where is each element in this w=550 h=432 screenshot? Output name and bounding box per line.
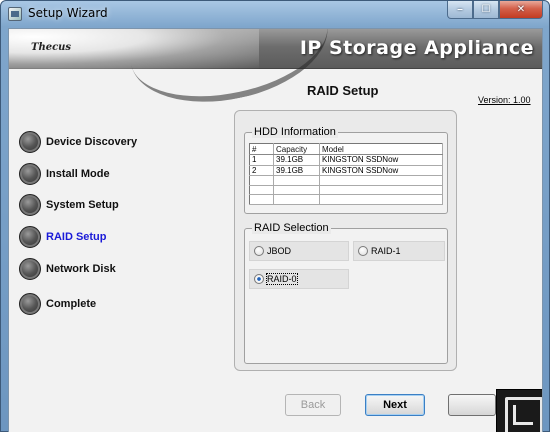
cell-number: 1 <box>249 154 274 166</box>
header-banner: Thecus IP Storage Appliance <box>9 29 542 119</box>
cell-capacity: 39.1GB <box>273 165 320 177</box>
step-label: RAID Setup <box>46 231 107 243</box>
minimize-button[interactable]: – <box>447 1 473 19</box>
step-label: Device Discovery <box>46 136 138 148</box>
raid-option-label: RAID-1 <box>371 246 401 256</box>
step-bullet-icon <box>19 194 41 216</box>
maximize-button[interactable]: ☐ <box>473 1 499 19</box>
column-header-capacity: Capacity <box>273 143 320 155</box>
step-system-setup: System Setup <box>19 193 119 217</box>
step-bullet-icon <box>19 131 41 153</box>
cell-model: KINGSTON SSDNow <box>319 165 443 177</box>
hdd-information-label: HDD Information <box>252 126 338 138</box>
window-title: Setup Wizard <box>28 6 108 20</box>
close-button[interactable]: ✕ <box>499 1 543 19</box>
watermark-logo <box>496 389 542 432</box>
empty-cell <box>249 194 274 205</box>
empty-cell <box>319 175 443 186</box>
raid-selection-group: RAID Selection JBOD RAID-1 RAID-0 <box>244 222 448 364</box>
column-header-model: Model <box>319 143 443 155</box>
step-raid-setup: RAID Setup <box>19 225 107 249</box>
version-label: Version: 1.00 <box>478 95 531 105</box>
step-label: Install Mode <box>46 168 110 180</box>
empty-cell <box>249 185 274 196</box>
app-icon <box>8 7 22 21</box>
step-bullet-icon <box>19 163 41 185</box>
raid-selection-label: RAID Selection <box>252 222 331 234</box>
empty-cell <box>273 175 320 186</box>
hdd-table[interactable]: # Capacity Model 1 39.1GB KINGSTON SSDNo… <box>249 143 443 205</box>
raid-option-jbod[interactable]: JBOD <box>249 241 349 261</box>
step-label: System Setup <box>46 199 119 211</box>
cell-model: KINGSTON SSDNow <box>319 154 443 166</box>
empty-cell <box>273 185 320 196</box>
table-row[interactable]: 2 39.1GB KINGSTON SSDNow <box>249 165 443 177</box>
radio-jbod[interactable] <box>254 246 264 256</box>
table-header-row: # Capacity Model <box>249 143 443 155</box>
next-button[interactable]: Next <box>365 394 425 416</box>
column-header-number: # <box>249 143 274 155</box>
wizard-steps-sidebar: Device Discovery Install Mode System Set… <box>9 70 137 432</box>
banner-title: IP Storage Appliance <box>299 37 534 59</box>
table-row[interactable]: 1 39.1GB KINGSTON SSDNow <box>249 154 443 166</box>
table-row-empty <box>249 194 443 205</box>
step-label: Network Disk <box>46 263 116 275</box>
cell-capacity: 39.1GB <box>273 154 320 166</box>
radio-raid1[interactable] <box>358 246 368 256</box>
step-install-mode: Install Mode <box>19 162 110 186</box>
table-row-empty <box>249 185 443 196</box>
step-bullet-icon <box>19 258 41 280</box>
radio-raid0[interactable] <box>254 274 264 284</box>
hdd-information-group: HDD Information # Capacity Model 1 39.1G… <box>244 126 448 214</box>
page-title: RAID Setup <box>307 83 379 98</box>
thecus-logo: Thecus <box>31 42 72 53</box>
step-bullet-icon <box>19 226 41 248</box>
empty-cell <box>319 194 443 205</box>
table-row-empty <box>249 175 443 186</box>
back-button[interactable]: Back <box>285 394 341 416</box>
raid-setup-panel: HDD Information # Capacity Model 1 39.1G… <box>234 110 457 371</box>
setup-wizard-window: Setup Wizard – ☐ ✕ Thecus IP Storage App… <box>0 0 550 432</box>
window-controls: – ☐ ✕ <box>447 1 543 20</box>
raid-option-label: RAID-0 <box>266 273 298 285</box>
cancel-button-partial[interactable] <box>448 394 496 416</box>
empty-cell <box>319 185 443 196</box>
raid-option-raid0[interactable]: RAID-0 <box>249 269 349 289</box>
empty-cell <box>249 175 274 186</box>
step-bullet-icon <box>19 293 41 315</box>
raid-option-label: JBOD <box>267 246 292 256</box>
empty-cell <box>273 194 320 205</box>
title-bar[interactable]: Setup Wizard – ☐ ✕ <box>1 1 549 27</box>
step-device-discovery: Device Discovery <box>19 130 137 154</box>
step-network-disk: Network Disk <box>19 257 116 281</box>
step-label: Complete <box>46 298 97 310</box>
wizard-client-area: Thecus IP Storage Appliance Device Disco… <box>8 28 543 432</box>
step-complete: Complete <box>19 292 96 316</box>
raid-option-raid1[interactable]: RAID-1 <box>353 241 445 261</box>
cell-number: 2 <box>249 165 274 177</box>
